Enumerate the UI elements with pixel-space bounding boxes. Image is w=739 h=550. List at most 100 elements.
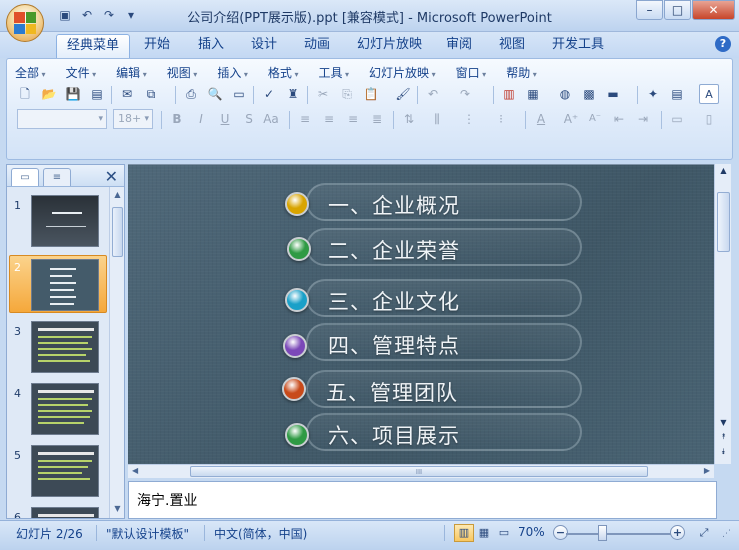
scroll-left-icon[interactable]: ◀ xyxy=(132,466,138,475)
tab-design[interactable]: 设计 xyxy=(241,34,287,58)
format-painter-icon[interactable]: 🖌 xyxy=(393,84,413,104)
menu-slide-show[interactable]: 幻灯片放映 xyxy=(369,64,436,82)
scroll-down-icon[interactable]: ▼ xyxy=(112,504,123,515)
new-slide-small-icon[interactable]: ▯ xyxy=(699,109,719,129)
text-direction-icon[interactable]: ⇅ xyxy=(399,109,419,129)
grow-font-icon[interactable]: A⁺ xyxy=(561,109,581,129)
decrease-indent-icon[interactable]: ⇤ xyxy=(609,109,629,129)
normal-view-button[interactable]: ▥ xyxy=(454,524,474,542)
slide-vertical-scrollbar[interactable]: ▲ ▼ ⯭ ⯯ xyxy=(714,164,731,464)
tab-review[interactable]: 审阅 xyxy=(436,34,482,58)
menu-file[interactable]: 文件 xyxy=(66,64,97,82)
scroll-thumb[interactable] xyxy=(112,207,123,257)
tab-view[interactable]: 视图 xyxy=(489,34,535,58)
justify-icon[interactable]: ≣ xyxy=(367,109,387,129)
research-icon[interactable]: ▭ xyxy=(229,84,249,104)
shadow-button[interactable]: S xyxy=(239,109,259,129)
email-icon[interactable]: ✉ xyxy=(117,84,137,104)
change-case-button[interactable]: Aa xyxy=(261,109,281,129)
bullets-icon[interactable]: ⁝ xyxy=(491,109,511,129)
slide-thumbnail-2[interactable] xyxy=(31,259,99,311)
slide-layout-icon[interactable]: ▤ xyxy=(667,84,687,104)
spelling-icon[interactable]: ✓ xyxy=(259,84,279,104)
print-preview-icon[interactable]: 🔍 xyxy=(205,84,225,104)
design-icon[interactable]: ▭ xyxy=(667,109,687,129)
help-icon[interactable]: ? xyxy=(715,36,731,52)
copy-icon[interactable]: ⎘ xyxy=(337,84,357,104)
scroll-down-icon[interactable]: ▼ xyxy=(717,418,730,427)
language-indicator[interactable]: 中文(简体，中国) xyxy=(214,525,307,542)
theme-name[interactable]: "默认设计模板" xyxy=(106,525,189,542)
font-size-combo[interactable]: 18+ xyxy=(113,109,153,129)
open-folder-icon[interactable]: 📂 xyxy=(39,84,59,104)
zoom-level[interactable]: 70% xyxy=(518,525,545,539)
outline-tab[interactable]: ≡ xyxy=(43,168,71,186)
slide-thumbnail-6[interactable] xyxy=(31,507,99,518)
menu-insert[interactable]: 插入 xyxy=(217,64,248,82)
increase-indent-icon[interactable]: ⇥ xyxy=(633,109,653,129)
agenda-item[interactable]: 六、项目展示 xyxy=(306,413,582,451)
insert-picture-icon[interactable]: ▩ xyxy=(579,84,599,104)
menu-window[interactable]: 窗口 xyxy=(456,64,487,82)
slide-sorter-view-button[interactable]: ▦ xyxy=(474,524,494,542)
columns-icon[interactable]: ⫼ xyxy=(427,109,447,129)
agenda-item[interactable]: 五、管理团队 xyxy=(306,370,582,408)
shrink-font-icon[interactable]: A⁻ xyxy=(585,109,605,129)
close-button[interactable]: ✕ xyxy=(692,0,735,20)
scroll-up-icon[interactable]: ▲ xyxy=(717,166,730,175)
publish-icon[interactable]: ⧉ xyxy=(141,84,161,104)
menu-format[interactable]: 格式 xyxy=(268,64,299,82)
next-slide-icon[interactable]: ⯯ xyxy=(717,447,730,457)
undo-toolbar-icon[interactable]: ↶ xyxy=(423,84,443,104)
zoom-slider-track[interactable] xyxy=(566,533,674,535)
underline-button[interactable]: U xyxy=(215,109,235,129)
agenda-item[interactable]: 一、企业概况 xyxy=(306,183,582,221)
minimize-button[interactable]: – xyxy=(636,0,663,20)
slide-canvas[interactable]: 一、企业概况 二、企业荣誉 三、企业文化 四、管理特点 五、管理团队 六、项目展… xyxy=(128,164,731,464)
new-slide-icon[interactable]: ✦ xyxy=(643,84,663,104)
scroll-thumb[interactable] xyxy=(717,192,730,252)
menu-tools[interactable]: 工具 xyxy=(318,64,349,82)
insert-chart-icon[interactable]: ▥ xyxy=(499,84,519,104)
color-grayscale-icon[interactable]: ▬ xyxy=(603,84,623,104)
font-name-combo[interactable] xyxy=(17,109,107,129)
menu-all[interactable]: 全部 xyxy=(15,64,46,82)
tab-developer[interactable]: 开发工具 xyxy=(542,34,614,58)
thesaurus-icon[interactable]: ♜ xyxy=(283,84,303,104)
previous-slide-icon[interactable]: ⯭ xyxy=(717,432,730,442)
cut-icon[interactable]: ✂ xyxy=(313,84,333,104)
maximize-button[interactable]: □ xyxy=(664,0,691,20)
tab-animations[interactable]: 动画 xyxy=(294,34,340,58)
fit-to-window-button[interactable]: ⤢ xyxy=(694,524,714,542)
slide-thumbnail-3[interactable] xyxy=(31,321,99,373)
agenda-item[interactable]: 三、企业文化 xyxy=(306,279,582,317)
new-document-icon[interactable]: 🗋 xyxy=(15,84,35,104)
slide-thumbnail-1[interactable] xyxy=(31,195,99,247)
insert-table-icon[interactable]: ▦ xyxy=(523,84,543,104)
bold-button[interactable]: B xyxy=(167,109,187,129)
agenda-item[interactable]: 二、企业荣誉 xyxy=(306,228,582,266)
zoom-slider-thumb[interactable] xyxy=(598,525,607,541)
align-center-icon[interactable]: ≡ xyxy=(319,109,339,129)
redo-toolbar-icon[interactable]: ↷ xyxy=(455,84,475,104)
align-right-icon[interactable]: ≡ xyxy=(343,109,363,129)
slide-thumbnail-5[interactable] xyxy=(31,445,99,497)
notes-pane[interactable]: 海宁.置业 xyxy=(128,481,717,519)
zoom-in-button[interactable]: + xyxy=(670,525,685,540)
tab-classic-menu[interactable]: 经典菜单 xyxy=(56,34,131,58)
permission-icon[interactable]: ▤ xyxy=(87,84,107,104)
tab-insert[interactable]: 插入 xyxy=(188,34,234,58)
scroll-up-icon[interactable]: ▲ xyxy=(112,190,123,201)
slide-show-button[interactable]: ▭ xyxy=(494,524,514,542)
save-icon[interactable]: 💾 xyxy=(63,84,83,104)
office-button[interactable] xyxy=(6,4,44,42)
font-color-button[interactable]: A xyxy=(531,109,551,129)
menu-edit[interactable]: 编辑 xyxy=(116,64,147,82)
italic-button[interactable]: I xyxy=(191,109,211,129)
align-left-icon[interactable]: ≡ xyxy=(295,109,315,129)
pane-close-icon[interactable]: ✕ xyxy=(105,167,118,186)
scroll-thumb[interactable]: III xyxy=(190,466,648,477)
insert-clipart-icon[interactable]: ◍ xyxy=(555,84,575,104)
thumbnail-scrollbar[interactable]: ▲ ▼ xyxy=(109,187,124,518)
tab-home[interactable]: 开始 xyxy=(134,34,180,58)
